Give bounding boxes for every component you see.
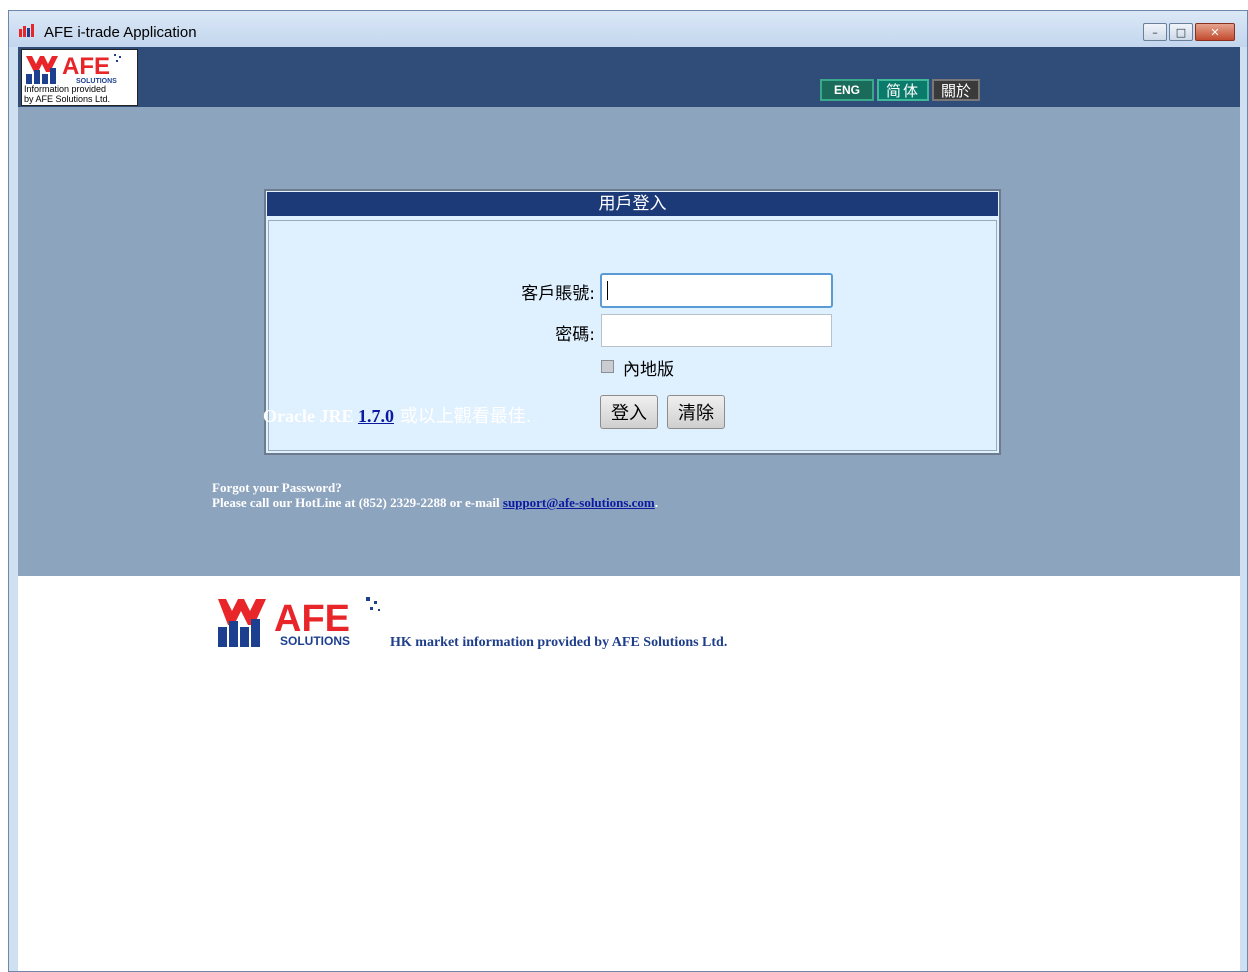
password-label: 密碼: <box>555 325 595 345</box>
english-button[interactable]: ENG <box>820 79 874 101</box>
clear-button[interactable]: 清除 <box>667 395 725 429</box>
footer-logo-subword: SOLUTIONS <box>280 634 350 648</box>
account-label: 客戶賬號: <box>521 284 595 304</box>
jre-notice: Oracle JRE 1.7.0 或以上觀看最佳. <box>263 406 532 427</box>
header-bar: AFE SOLUTIONS Information provided by AF… <box>18 47 1240 107</box>
logo-caption: Information provided by AFE Solutions Lt… <box>24 84 111 104</box>
window-title: AFE i-trade Application <box>44 24 197 41</box>
afe-logo: AFE SOLUTIONS Information provided by AF… <box>21 49 138 106</box>
logo-wordmark: AFE <box>62 53 110 80</box>
text-caret <box>607 281 608 300</box>
login-title: 用戶登入 <box>267 192 998 216</box>
afe-footer-logo: AFE SOLUTIONS <box>218 597 380 648</box>
title-bar[interactable]: AFE i-trade Application – □ ✕ <box>9 11 1247 47</box>
maximize-icon: □ <box>1175 25 1187 39</box>
support-email-link[interactable]: support@afe-solutions.com <box>503 495 655 510</box>
maximize-button[interactable]: □ <box>1169 23 1193 41</box>
close-button[interactable]: ✕ <box>1195 23 1235 41</box>
afe-logo-graphic: AFE SOLUTIONS <box>26 53 121 85</box>
close-icon: ✕ <box>1210 25 1220 39</box>
mainland-label: 內地版 <box>623 360 674 380</box>
about-button[interactable]: 關於 <box>932 79 980 101</box>
mainland-checkbox[interactable] <box>601 360 614 373</box>
account-input[interactable] <box>600 273 833 308</box>
jre-version-link[interactable]: 1.7.0 <box>358 406 394 426</box>
password-input[interactable] <box>601 314 832 347</box>
forgot-password-notice: Forgot your Password? Please call our Ho… <box>212 480 658 510</box>
application-window: AFE i-trade Application – □ ✕ AFE SOLUTI… <box>8 10 1248 972</box>
app-logo-icon <box>19 24 34 37</box>
simplified-chinese-button[interactable]: 简体 <box>877 79 929 101</box>
login-button[interactable]: 登入 <box>600 395 658 429</box>
minimize-button[interactable]: – <box>1143 23 1167 41</box>
minimize-icon: – <box>1152 25 1158 39</box>
footer-credit: HK market information provided by AFE So… <box>390 635 728 650</box>
client-area: AFE SOLUTIONS Information provided by AF… <box>18 47 1240 971</box>
